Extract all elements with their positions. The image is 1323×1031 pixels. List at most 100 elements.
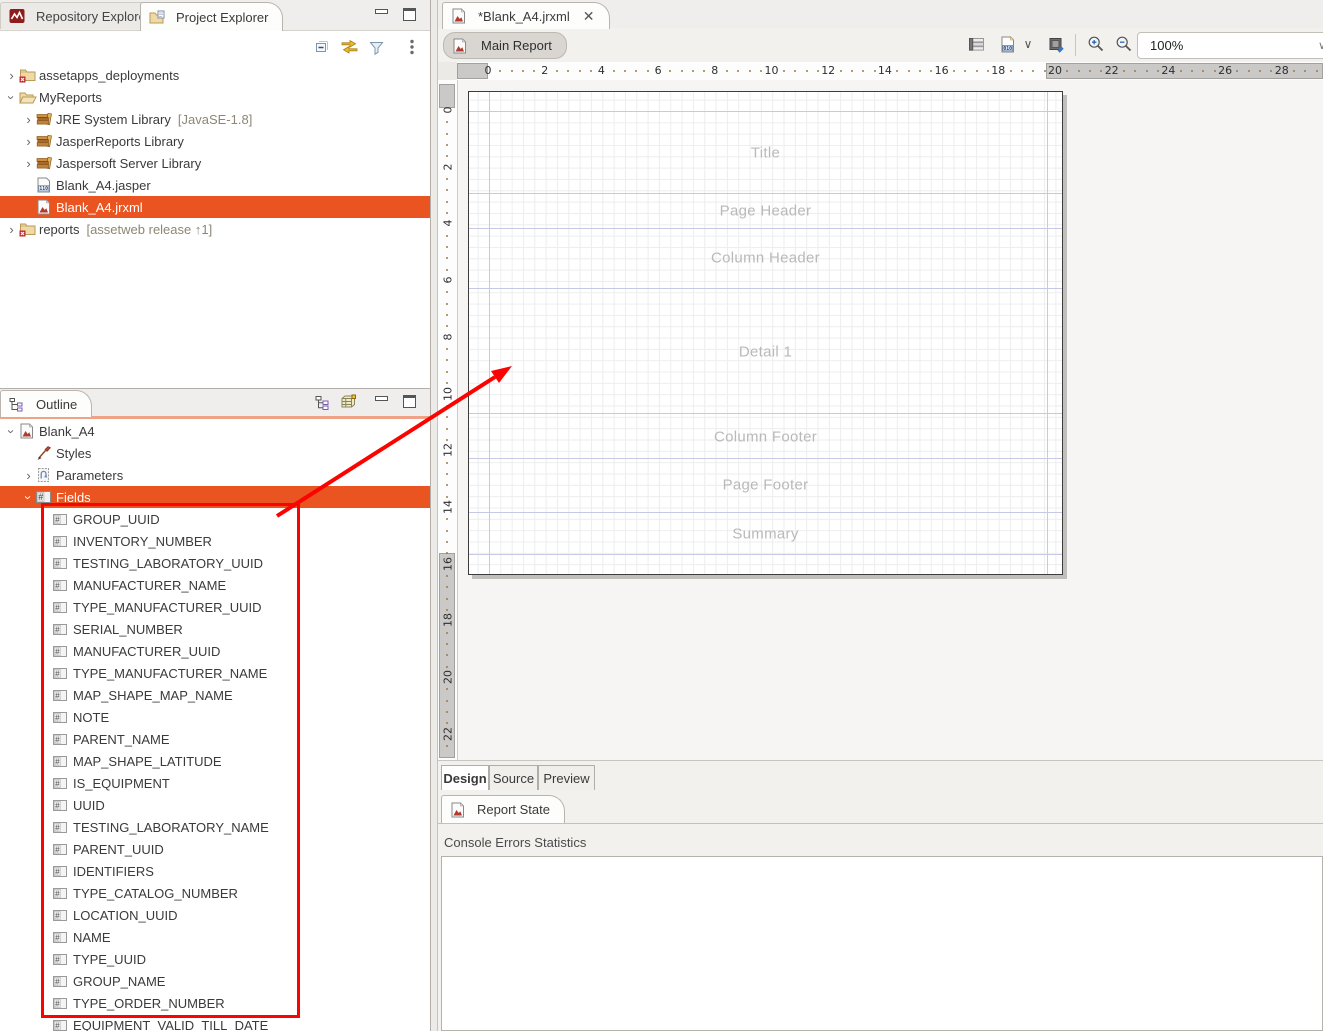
- svg-text:#: #: [55, 515, 60, 524]
- view-menu-icon[interactable]: [404, 38, 420, 56]
- outline-tree-item[interactable]: #MAP_SHAPE_MAP_NAME: [0, 684, 430, 706]
- ruler-tick: [579, 70, 581, 72]
- project-tree-item[interactable]: ›Jaspersoft Server Library: [0, 152, 430, 174]
- project-tree-item[interactable]: Blank_A4.jrxml: [0, 196, 430, 218]
- expander-icon[interactable]: ›: [5, 90, 18, 105]
- chevron-down-icon[interactable]: ∨: [1020, 36, 1036, 52]
- zoom-level-combo[interactable]: 100% ∨: [1137, 32, 1323, 59]
- outline-tree-item[interactable]: #PARENT_NAME: [0, 728, 430, 750]
- outline-tree-item[interactable]: #TYPE_CATALOG_NUMBER: [0, 882, 430, 904]
- page-format-icon[interactable]: [1046, 35, 1066, 53]
- outline-tree-item[interactable]: #MAP_SHAPE_LATITUDE: [0, 750, 430, 772]
- link-with-editor-icon[interactable]: [338, 38, 360, 56]
- tree-item-label: IDENTIFIERS: [73, 864, 154, 879]
- outline-tree-item[interactable]: #IDENTIFIERS: [0, 860, 430, 882]
- band-separator[interactable]: [469, 512, 1062, 513]
- outline-tree-item[interactable]: #INVENTORY_NUMBER: [0, 530, 430, 552]
- expander-icon[interactable]: ›: [4, 69, 19, 82]
- band-separator[interactable]: [469, 288, 1062, 289]
- ruler-tick: [1123, 70, 1125, 72]
- ruler-tick: [446, 416, 448, 418]
- expander-icon[interactable]: ›: [21, 135, 36, 148]
- project-tree-item[interactable]: ›JRE System Library[JavaSE-1.8]: [0, 108, 430, 130]
- project-tree-item[interactable]: ›reports[assetweb release ↑1]: [0, 218, 430, 240]
- report-page[interactable]: TitlePage HeaderColumn HeaderDetail 1Col…: [468, 91, 1063, 575]
- minimize-view-button[interactable]: [372, 6, 390, 22]
- band-separator[interactable]: [469, 554, 1062, 555]
- outline-tree-item[interactable]: #TYPE_MANUFACTURER_UUID: [0, 596, 430, 618]
- filter-icon[interactable]: [366, 38, 386, 56]
- maximize-view-button[interactable]: [400, 393, 418, 409]
- project-tree-item[interactable]: 110Blank_A4.jasper: [0, 174, 430, 196]
- band-separator[interactable]: [469, 193, 1062, 194]
- expander-icon[interactable]: ›: [4, 223, 19, 236]
- zoom-in-icon[interactable]: [1086, 34, 1106, 54]
- close-icon[interactable]: ✕: [583, 8, 595, 25]
- outline-tree-item[interactable]: #TYPE_ORDER_NUMBER: [0, 992, 430, 1014]
- tree-item-label: MANUFACTURER_NAME: [73, 578, 226, 593]
- tab-outline[interactable]: Outline: [0, 390, 92, 417]
- band-visibility-icon[interactable]: [966, 35, 986, 53]
- outline-tree-item[interactable]: #GROUP_NAME: [0, 970, 430, 992]
- outline-tree-item[interactable]: #IS_EQUIPMENT: [0, 772, 430, 794]
- band-separator[interactable]: [469, 228, 1062, 229]
- ruler-tick: [446, 541, 448, 543]
- outline-tree-item[interactable]: #MANUFACTURER_UUID: [0, 640, 430, 662]
- tree-item-label: JasperReports Library: [56, 134, 184, 149]
- expander-icon[interactable]: ›: [21, 113, 36, 126]
- outline-tree-item[interactable]: #LOCATION_UUID: [0, 904, 430, 926]
- minimize-view-button[interactable]: [372, 393, 390, 409]
- project-tree-item[interactable]: ›MyReports: [0, 86, 430, 108]
- outline-tree-item[interactable]: #MANUFACTURER_NAME: [0, 574, 430, 596]
- xml-source-icon[interactable]: 010: [998, 34, 1016, 54]
- panel-sash[interactable]: [430, 0, 438, 1031]
- band-separator[interactable]: [469, 413, 1062, 414]
- tab-design[interactable]: Design: [441, 765, 489, 790]
- outline-tree-item[interactable]: #UUID: [0, 794, 430, 816]
- main-report-button[interactable]: Main Report: [443, 32, 567, 59]
- ruler-label: 2: [440, 157, 456, 176]
- outline-tree-item[interactable]: ›Blank_A4: [0, 420, 430, 442]
- outline-tree-item[interactable]: #TESTING_LABORATORY_NAME: [0, 816, 430, 838]
- report-state-console[interactable]: [441, 856, 1323, 1031]
- tab-preview[interactable]: Preview: [538, 765, 595, 790]
- band-separator[interactable]: [469, 458, 1062, 459]
- outline-tree-item[interactable]: ›#Fields: [0, 486, 430, 508]
- expander-icon[interactable]: ›: [5, 424, 18, 439]
- outline-designer-mode-icon[interactable]: [338, 393, 360, 411]
- outline-tree-item[interactable]: #TYPE_MANUFACTURER_NAME: [0, 662, 430, 684]
- outline-tree-item[interactable]: #NOTE: [0, 706, 430, 728]
- project-tree-item[interactable]: ›assetapps_deployments: [0, 64, 430, 86]
- vertical-ruler: 0246810121416182022: [438, 80, 458, 760]
- field-icon: #: [53, 558, 73, 569]
- outline-tree-item[interactable]: #NAME: [0, 926, 430, 948]
- tree-item-label: IS_EQUIPMENT: [73, 776, 170, 791]
- expander-icon[interactable]: ›: [21, 157, 36, 170]
- tab-source[interactable]: Source: [489, 765, 538, 790]
- editor-tab-blank-a4[interactable]: *Blank_A4.jrxml ✕: [442, 2, 610, 29]
- outline-tree-item[interactable]: #TYPE_UUID: [0, 948, 430, 970]
- maximize-view-button[interactable]: [400, 6, 418, 22]
- outline-tree-item[interactable]: Styles: [0, 442, 430, 464]
- collapse-all-icon[interactable]: [312, 38, 332, 56]
- ruler-tick: [446, 144, 448, 146]
- ruler-tick: [446, 178, 448, 180]
- outline-tree-item[interactable]: #EQUIPMENT_VALID_TILL_DATE: [0, 1014, 430, 1031]
- band-separator[interactable]: [469, 111, 1062, 112]
- tab-project-explorer[interactable]: Project Explorer: [140, 2, 283, 31]
- ruler-tick: [987, 70, 989, 72]
- outline-tree-item[interactable]: #PARENT_UUID: [0, 838, 430, 860]
- outline-tree-item[interactable]: ›Parameters: [0, 464, 430, 486]
- tree-item-label: SERIAL_NUMBER: [73, 622, 183, 637]
- zoom-out-icon[interactable]: [1114, 34, 1134, 54]
- tree-item-label: TESTING_LABORATORY_UUID: [73, 556, 263, 571]
- outline-tree-item[interactable]: #GROUP_UUID: [0, 508, 430, 530]
- project-tree-item[interactable]: › JasperReports Library: [0, 130, 430, 152]
- tab-report-state[interactable]: Report State: [441, 795, 565, 823]
- outline-tree-mode-icon[interactable]: [312, 393, 332, 411]
- report-state-status[interactable]: Console Errors Statistics: [444, 835, 586, 850]
- outline-tree-item[interactable]: #SERIAL_NUMBER: [0, 618, 430, 640]
- expander-icon[interactable]: ›: [22, 490, 35, 505]
- outline-tree-item[interactable]: #TESTING_LABORATORY_UUID: [0, 552, 430, 574]
- expander-icon[interactable]: ›: [21, 469, 36, 482]
